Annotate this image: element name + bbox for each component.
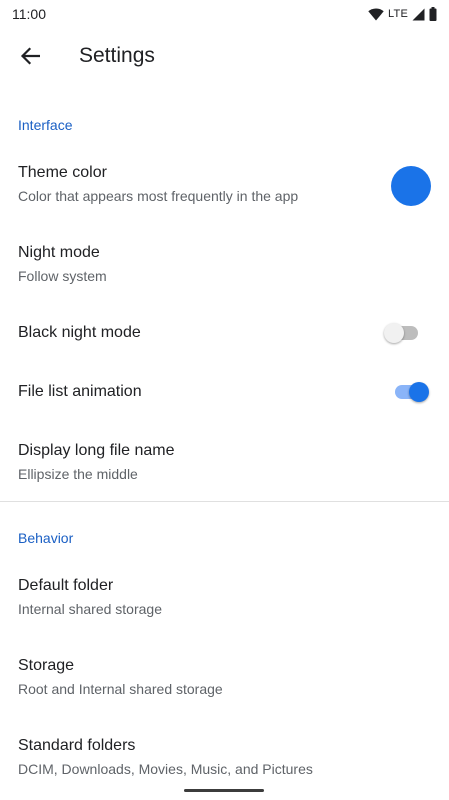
pref-display-long-file-name[interactable]: Display long file name Ellipsize the mid…	[0, 430, 449, 500]
app-bar: Settings	[0, 28, 449, 88]
pref-file-list-animation[interactable]: File list animation	[0, 369, 449, 419]
file-list-animation-switch[interactable]	[393, 380, 429, 404]
pref-summary: Ellipsize the middle	[18, 466, 138, 482]
signal-icon	[412, 8, 425, 21]
pref-title: Black night mode	[18, 324, 141, 341]
section-header-interface: Interface	[18, 117, 73, 133]
switch-thumb	[409, 382, 429, 402]
pref-black-night-mode[interactable]: Black night mode	[0, 310, 449, 360]
pref-summary: Follow system	[18, 268, 107, 284]
pref-title: Theme color	[18, 164, 107, 181]
status-bar: 11:00 LTE	[0, 0, 449, 28]
pref-title: File list animation	[18, 383, 142, 400]
pref-storage[interactable]: Storage Root and Internal shared storage	[0, 645, 449, 715]
section-divider	[0, 501, 449, 502]
pref-default-folder[interactable]: Default folder Internal shared storage	[0, 565, 449, 635]
page-title: Settings	[79, 44, 155, 67]
black-night-mode-switch[interactable]	[384, 321, 420, 345]
status-time: 11:00	[12, 6, 46, 22]
pref-title: Default folder	[18, 577, 114, 594]
status-icons: LTE	[368, 6, 437, 22]
arrow-back-icon	[20, 46, 41, 70]
gesture-nav-handle[interactable]	[184, 789, 264, 792]
pref-summary: Internal shared storage	[18, 601, 162, 617]
pref-summary: Color that appears most frequently in th…	[18, 188, 299, 204]
back-button[interactable]	[14, 42, 46, 74]
network-type-label: LTE	[388, 8, 408, 20]
switch-thumb	[384, 323, 404, 343]
wifi-icon	[368, 8, 384, 21]
pref-theme-color[interactable]: Theme color Color that appears most freq…	[0, 152, 449, 222]
pref-title: Display long file name	[18, 442, 175, 459]
pref-title: Standard folders	[18, 737, 136, 754]
pref-title: Night mode	[18, 244, 100, 261]
battery-icon	[429, 7, 437, 21]
pref-title: Storage	[18, 657, 75, 674]
section-header-behavior: Behavior	[18, 530, 74, 546]
theme-color-swatch[interactable]	[391, 166, 431, 206]
pref-standard-folders[interactable]: Standard folders DCIM, Downloads, Movies…	[0, 725, 449, 785]
pref-summary: Root and Internal shared storage	[18, 681, 223, 697]
pref-summary: DCIM, Downloads, Movies, Music, and Pict…	[18, 761, 313, 777]
pref-night-mode[interactable]: Night mode Follow system	[0, 232, 449, 302]
